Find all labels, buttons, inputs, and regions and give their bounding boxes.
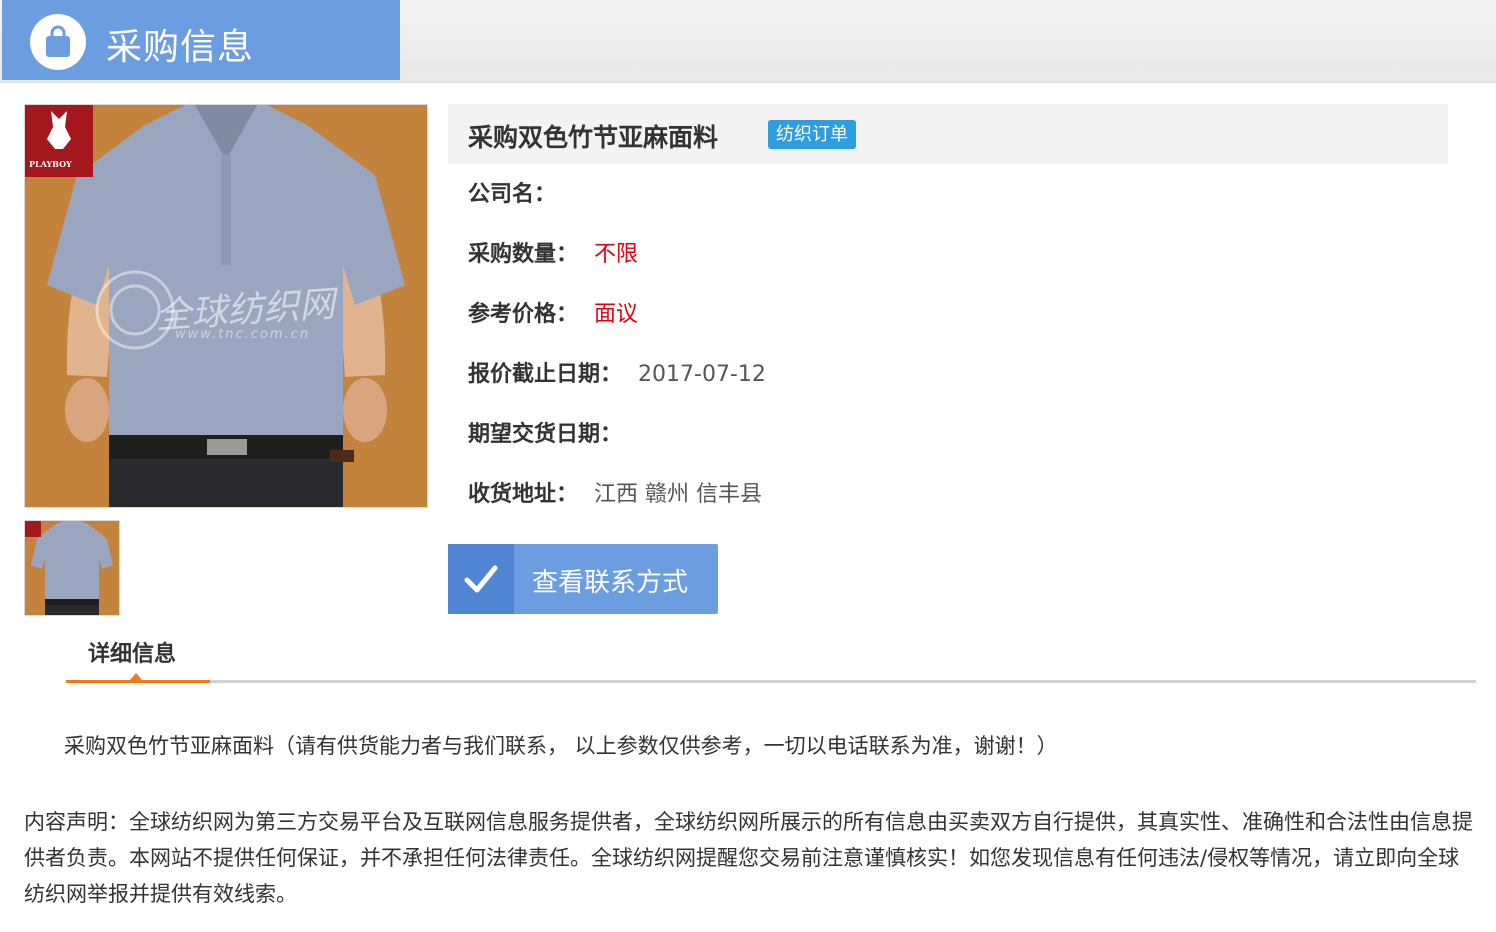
purchase-description: 采购双色竹节亚麻面料（请有供货能力者与我们联系， 以上参数仅供参考，一切以电话联… (64, 734, 1058, 758)
product-main-image[interactable]: PLAYBOY 全球纺织网 www.tnc.com.cn (24, 104, 428, 508)
product-thumbnail[interactable] (24, 520, 120, 616)
tab-pointer-icon (130, 673, 142, 680)
check-icon (448, 544, 514, 614)
price-value: 面议 (594, 302, 639, 327)
info-row-deadline: 报价截止日期： 2017-07-12 (468, 360, 766, 390)
price-label: 参考价格： (468, 302, 579, 327)
address-value: 江西 赣州 信丰县 (594, 482, 763, 507)
content-disclaimer: 内容声明：全球纺织网为第三方交易平台及互联网信息服务提供者，全球纺织网所展示的所… (24, 810, 1473, 906)
header-title: 采购信息 (106, 27, 255, 68)
tab-active-indicator (66, 680, 210, 683)
info-row-address: 收货地址： 江西 赣州 信丰县 (468, 480, 762, 510)
info-row-delivery: 期望交货日期： (468, 420, 638, 450)
header-tab: 采购信息 (2, 0, 400, 80)
tab-divider (66, 680, 1476, 683)
product-title-bar: 采购双色竹节亚麻面料 纺织订单 (448, 104, 1448, 164)
section-header: 采购信息 (0, 0, 1496, 83)
address-label: 收货地址： (468, 482, 579, 507)
info-row-quantity: 采购数量： 不限 (468, 240, 638, 270)
info-row-price: 参考价格： 面议 (468, 300, 638, 330)
quantity-label: 采购数量： (468, 242, 579, 267)
shopping-bag-icon (30, 14, 86, 70)
tab-detail-info[interactable]: 详细信息 (88, 636, 176, 668)
delivery-label: 期望交货日期： (468, 422, 623, 447)
watermark-url: www.tnc.com.cn (175, 327, 311, 342)
company-label: 公司名： (468, 182, 557, 207)
brand-logo-text: PLAYBOY (29, 159, 72, 169)
deadline-value: 2017-07-12 (638, 362, 766, 387)
view-contact-button[interactable]: 查看联系方式 (448, 544, 718, 614)
category-tag[interactable]: 纺织订单 (768, 120, 856, 149)
quantity-value: 不限 (594, 242, 639, 267)
view-contact-label: 查看联系方式 (532, 568, 689, 598)
product-title: 采购双色竹节亚麻面料 (468, 123, 719, 152)
deadline-label: 报价截止日期： (468, 362, 623, 387)
page: 采购信息 PLAYBOY 全球纺织网 www.tnc.com.cn 采购双色竹节… (0, 0, 1496, 932)
info-row-company: 公司名： (468, 180, 572, 210)
